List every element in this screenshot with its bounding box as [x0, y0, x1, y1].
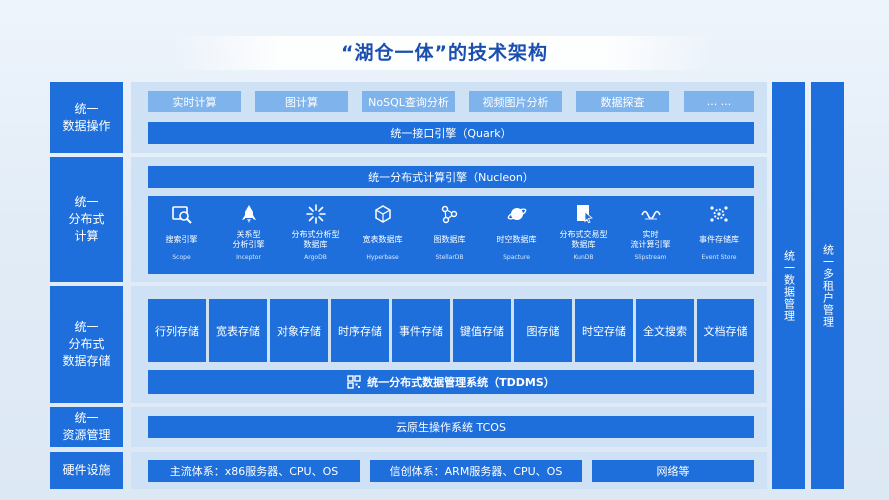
engine-name: 事件存储库	[699, 235, 739, 244]
engine-en: Spacture	[503, 254, 530, 261]
engine-scope: 搜索引擎 Scope	[148, 196, 215, 274]
engine-argodb: 分布式分析型 数据库 ArgoDB	[282, 196, 349, 274]
gear-network-icon	[710, 206, 728, 222]
storage-cell: 事件存储	[392, 299, 450, 362]
layer-label-storage: 统一 分布式 数据存储	[50, 286, 123, 403]
storage-cell: 文档存储	[697, 299, 754, 362]
side-data-management-label: 统一数据管理	[782, 249, 796, 322]
tag-more: ... ...	[684, 91, 754, 112]
side-data-management: 统一数据管理	[772, 82, 805, 489]
graph-nodes-icon	[441, 205, 457, 224]
layer-label-data-ops: 统一 数据操作	[50, 82, 123, 153]
engine-slipstream: 实时 流计算引擎 Slipstream	[617, 196, 684, 274]
tcos-bar: 云原生操作系统 TCOS	[148, 416, 754, 438]
hardware-network: 网络等	[592, 460, 754, 482]
tag-realtime-compute: 实时计算	[148, 91, 241, 112]
side-tenant-management-label: 统一多租户管理	[821, 243, 835, 328]
storage-cell: 时序存储	[331, 299, 389, 362]
cube-network-icon	[374, 205, 391, 223]
engine-row: 搜索引擎 Scope 关系型 分析引擎 Inceptor 分布式分析型 数据库 …	[148, 196, 754, 274]
rocket-icon	[241, 205, 256, 223]
tag-nosql-query: NoSQL查询分析	[362, 91, 455, 112]
storage-cell: 图存储	[514, 299, 572, 362]
side-tenant-management: 统一多租户管理	[811, 82, 844, 489]
engine-en: KunDB	[573, 254, 594, 261]
tddms-system-bar: 统一分布式数据管理系统（TDDMS）	[148, 370, 754, 394]
nucleon-engine-bar: 统一分布式计算引擎（Nucleon）	[148, 166, 754, 188]
engine-name: 分布式分析型 数据库	[291, 230, 340, 249]
engine-en: Slipstream	[634, 254, 667, 261]
engine-en: Scope	[172, 254, 191, 261]
storage-cell: 时空存储	[575, 299, 633, 362]
planet-icon	[507, 208, 526, 220]
engine-kundb: 分布式交易型 数据库 KunDB	[550, 196, 617, 274]
layer-label-resource: 统一 资源管理	[50, 407, 123, 447]
tag-video-image: 视频图片分析	[469, 91, 562, 112]
engine-name: 搜索引擎	[165, 235, 198, 244]
quark-interface-bar: 统一接口引擎（Quark）	[148, 122, 754, 144]
page-title: “湖仓一体”的技术架构	[341, 42, 548, 64]
engine-event-store: 事件存储库 Event Store	[684, 196, 754, 274]
qr-grid-icon	[347, 375, 361, 389]
hardware-mainstream: 主流体系：x86服务器、CPU、OS	[148, 460, 360, 482]
tag-data-explore: 数据探查	[576, 91, 669, 112]
storage-cell: 行列存储	[148, 299, 206, 362]
engine-inceptor: 关系型 分析引擎 Inceptor	[215, 196, 282, 274]
layer-label-compute: 统一 分布式 计算	[50, 157, 123, 282]
engine-name: 分布式交易型 数据库	[559, 230, 608, 249]
engine-en: ArgoDB	[304, 254, 327, 261]
engine-en: StellarDB	[435, 254, 464, 261]
engine-spacture: 时空数据库 Spacture	[483, 196, 550, 274]
engine-name: 时空数据库	[496, 235, 537, 244]
engine-name: 图数据库	[433, 235, 466, 244]
tddms-label: 统一分布式数据管理系统（TDDMS）	[367, 376, 555, 389]
hardware-xinchuang: 信创体系：ARM服务器、CPU、OS	[370, 460, 582, 482]
document-cursor-icon	[576, 205, 593, 224]
storage-cell: 宽表存储	[209, 299, 267, 362]
engine-en: Inceptor	[236, 254, 261, 261]
layer-label-hardware: 硬件设施	[50, 452, 123, 489]
engine-hyperbase: 宽表数据库 Hyperbase	[349, 196, 416, 274]
engine-stellardb: 图数据库 StellarDB	[416, 196, 483, 274]
engine-name: 宽表数据库	[362, 235, 403, 244]
engine-en: Hyperbase	[366, 254, 399, 261]
engine-name: 实时 流计算引擎	[630, 230, 671, 249]
storage-cell: 对象存储	[270, 299, 328, 362]
storage-cell: 键值存储	[453, 299, 511, 362]
tag-graph-compute: 图计算	[255, 91, 348, 112]
wave-icon	[640, 210, 661, 220]
search-engine-icon	[171, 206, 192, 224]
engine-en: Event Store	[701, 254, 737, 261]
engine-name: 关系型 分析引擎	[232, 230, 265, 249]
storage-cell: 全文搜索	[636, 299, 694, 362]
burst-icon	[305, 204, 326, 224]
